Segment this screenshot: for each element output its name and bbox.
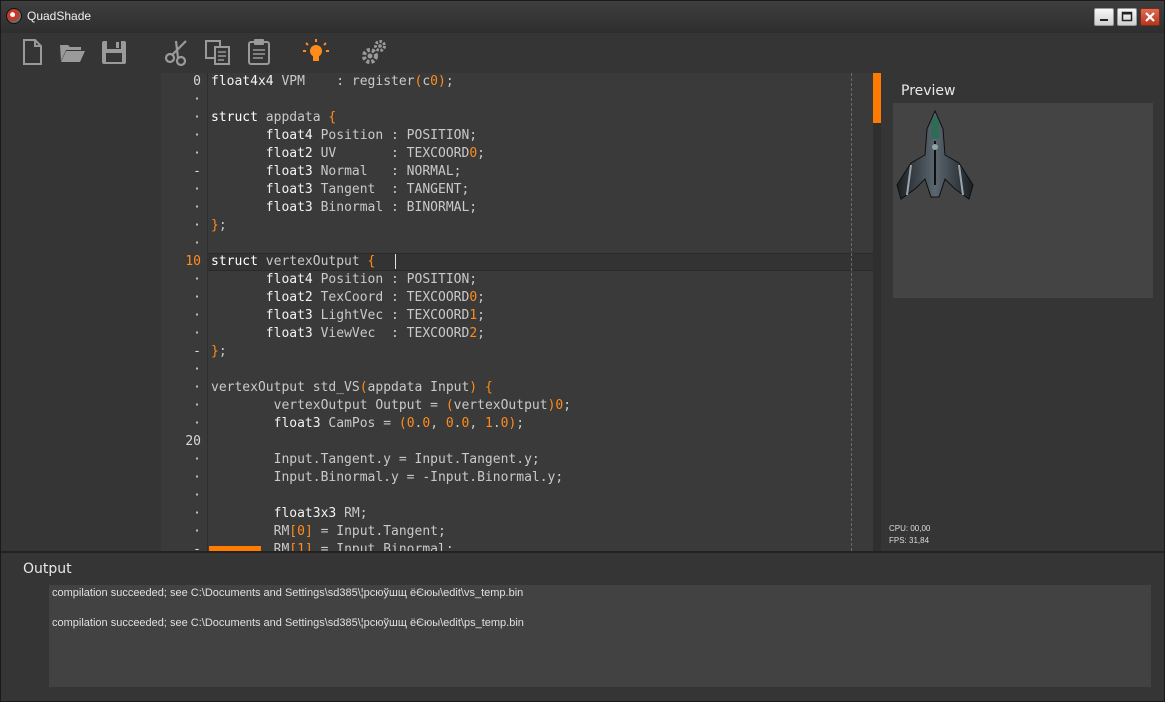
line-number: 10 (185, 254, 201, 269)
code-line: vertexOutput std_VS(appdata Input) { (211, 380, 493, 395)
line-number: 0 (193, 74, 201, 89)
line-number: · (193, 398, 201, 413)
preview-viewport[interactable] (893, 103, 1153, 298)
code-line: RM[0] = Input.Tangent; (211, 524, 446, 539)
line-number: · (193, 452, 201, 467)
line-number: · (193, 380, 201, 395)
code-line: struct appdata { (211, 110, 337, 125)
output-console[interactable]: compilation succeeded; see C:\Documents … (49, 585, 1151, 687)
maximize-icon (1121, 11, 1133, 22)
code-line: float4x4 VPM : register(c0); (211, 74, 454, 89)
code-text-area[interactable]: float4x4 VPM : register(c0); struct appda… (208, 73, 881, 551)
line-number: · (193, 506, 201, 521)
vertical-scrollbar[interactable] (873, 73, 881, 551)
app-window: QuadShade 0 · · · · - · · · · 10 · · · ·… (0, 0, 1165, 702)
output-line: compilation succeeded; see C:\Documents … (52, 617, 524, 629)
line-number: · (193, 218, 201, 233)
code-line: float3 Tangent : TANGENT; (265, 182, 470, 197)
code-line: struct vertexOutput { (211, 254, 376, 269)
line-number: · (193, 362, 201, 377)
new-file-icon[interactable] (17, 37, 47, 67)
line-number: · (193, 110, 201, 125)
line-number: · (193, 524, 201, 539)
code-line: Input.Binormal.y = -Input.Binormal.y; (211, 470, 564, 485)
line-number: 20 (185, 434, 201, 449)
code-line: float3x3 RM; (273, 506, 368, 521)
line-number: - (193, 164, 201, 179)
line-number: · (193, 272, 201, 287)
cut-icon[interactable] (162, 37, 192, 67)
line-number: · (193, 128, 201, 143)
line-number: · (193, 470, 201, 485)
code-line: }; (211, 218, 227, 233)
window-title: QuadShade (27, 9, 92, 23)
settings-gears-icon[interactable] (359, 37, 389, 67)
performance-stats: CPU: 00,00 FPS: 31,84 (889, 523, 930, 547)
left-panel (1, 73, 161, 551)
close-button[interactable] (1140, 8, 1160, 26)
code-line: float3 Normal : NORMAL; (265, 164, 462, 179)
close-icon (1145, 12, 1155, 22)
spaceship-model-image (896, 109, 974, 200)
toolbar (1, 33, 1164, 71)
text-caret (395, 254, 396, 269)
code-line: float4 Position : POSITION; (265, 128, 478, 143)
code-line: }; (211, 344, 227, 359)
app-logo-icon (6, 8, 22, 24)
line-number: · (193, 182, 201, 197)
line-number-gutter: 0····-····10····-····20·····-· (161, 73, 208, 551)
line-number: · (193, 146, 201, 161)
panel-splitter[interactable] (1, 551, 1164, 553)
line-number: · (193, 488, 201, 503)
code-line: float3 CamPos = (0.0, 0.0, 1.0); (273, 416, 525, 431)
code-line: float3 LightVec : TEXCOORD1; (265, 308, 485, 323)
code-line: float2 UV : TEXCOORD0; (265, 146, 485, 161)
cpu-readout: CPU: 00,00 (889, 524, 931, 533)
minimize-button[interactable] (1094, 8, 1114, 26)
line-number: · (193, 200, 201, 215)
paste-icon[interactable] (244, 37, 274, 67)
compile-lightbulb-icon[interactable] (301, 37, 331, 67)
minimize-icon (1100, 19, 1108, 21)
line-number: · (193, 416, 201, 431)
line-number: - (193, 542, 201, 551)
output-title: Output (23, 561, 72, 577)
code-line: float3 Binormal : BINORMAL; (265, 200, 478, 215)
output-line: compilation succeeded; see C:\Documents … (52, 587, 524, 599)
line-number: · (193, 92, 201, 107)
code-line: vertexOutput Output = (vertexOutput)0; (211, 398, 572, 413)
code-line: float4 Position : POSITION; (265, 272, 478, 287)
code-line: Input.Tangent.y = Input.Tangent.y; (211, 452, 540, 467)
line-number: - (193, 344, 201, 359)
open-folder-icon[interactable] (57, 37, 87, 67)
fps-readout: FPS: 31,84 (889, 536, 930, 545)
line-number: · (193, 236, 201, 251)
preview-title: Preview (901, 83, 956, 99)
copy-icon[interactable] (203, 37, 233, 67)
line-number: · (193, 308, 201, 323)
column-guide (851, 73, 852, 551)
code-line: float2 TexCoord : TEXCOORD0; (265, 290, 485, 305)
save-icon[interactable] (99, 37, 129, 67)
vertical-scrollbar-thumb[interactable] (873, 73, 881, 123)
title-bar[interactable]: QuadShade (1, 1, 1164, 33)
line-number: · (193, 290, 201, 305)
maximize-button[interactable] (1117, 8, 1137, 26)
code-line: float3 ViewVec : TEXCOORD2; (265, 326, 485, 341)
line-number: · (193, 326, 201, 341)
code-editor[interactable]: 0····-····10····-····20·····-· float4x4 … (161, 73, 881, 551)
